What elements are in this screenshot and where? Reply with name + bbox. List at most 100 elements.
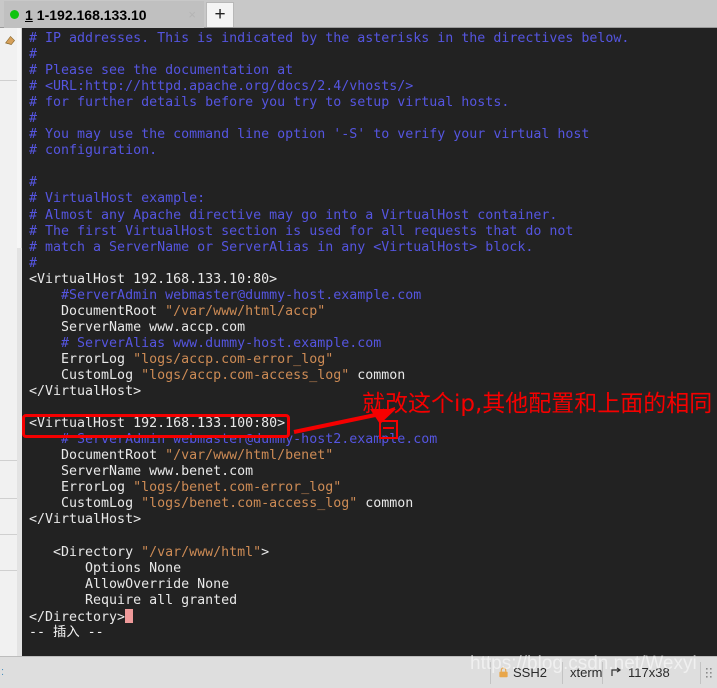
status-dimensions: 117x38	[628, 665, 670, 680]
terminal-text-segment: common	[349, 367, 406, 383]
terminal-text-segment: Require all granted	[29, 592, 238, 608]
status-terminal-type: xterm	[570, 665, 603, 680]
tab-index-label: 1	[25, 6, 33, 23]
terminal-text-segment: "logs/accp.com-access_log"	[141, 367, 350, 383]
terminal-text-segment: # Almost any Apache directive may go int…	[29, 207, 558, 223]
terminal-text-segment: # IP addresses. This is indicated by the…	[29, 31, 630, 46]
annotation-text: 就改这个ip,其他配置和上面的相同	[362, 391, 713, 417]
terminal-text-segment: DocumentRoot	[29, 303, 166, 319]
terminal-output-area[interactable]: # IP addresses. This is indicated by the…	[22, 28, 717, 656]
terminal-text: # IP addresses. This is indicated by the…	[29, 31, 629, 641]
annotation-highlight-box	[22, 414, 290, 438]
terminal-text-segment: </VirtualHost>	[29, 512, 142, 528]
terminal-line: DocumentRoot "/var/www/html/benet"	[29, 448, 629, 464]
text-cursor	[125, 608, 134, 623]
terminal-text-segment: "/var/www/html"	[141, 544, 262, 560]
terminal-line: </VirtualHost>	[29, 512, 629, 528]
terminal-line: # VirtualHost example:	[29, 191, 629, 207]
terminal-text-segment: ErrorLog	[29, 351, 134, 367]
status-divider	[602, 662, 603, 684]
terminal-line: #	[29, 256, 629, 272]
terminal-line: # match a ServerName or ServerAlias in a…	[29, 240, 629, 256]
terminal-line: #ServerAdmin webmaster@dummy-host.exampl…	[29, 288, 629, 304]
terminal-line: </Directory>	[29, 608, 629, 625]
terminal-text-segment: #ServerAdmin webmaster@dummy-host.exampl…	[29, 287, 422, 303]
new-tab-button[interactable]: +	[206, 2, 234, 27]
terminal-line: -- 插入 --	[29, 625, 629, 641]
terminal-text-segment: # <URL:http://httpd.apache.org/docs/2.4/…	[29, 79, 414, 95]
terminal-line: ErrorLog "logs/accp.com-error_log"	[29, 352, 629, 368]
left-gutter-panel	[0, 28, 22, 656]
terminal-line: #	[29, 175, 629, 191]
terminal-text-segment: >	[261, 544, 270, 560]
terminal-text-segment: #	[29, 175, 38, 191]
terminal-line: # configuration.	[29, 143, 629, 159]
status-bar: : SSH2 xterm 117x38	[0, 656, 717, 688]
terminal-text-segment: AllowOverride None	[29, 576, 230, 592]
connection-status-dot	[10, 10, 19, 19]
terminal-text-segment: Options None	[29, 560, 182, 576]
terminal-line: <VirtualHost 192.168.133.10:80>	[29, 272, 629, 288]
terminal-line: # <URL:http://httpd.apache.org/docs/2.4/…	[29, 79, 629, 95]
terminal-line: # ServerAlias www.dummy-host.example.com	[29, 336, 629, 352]
terminal-line: ServerName www.benet.com	[29, 464, 629, 480]
terminal-text-segment: # configuration.	[29, 143, 158, 159]
terminal-text-segment: #	[29, 255, 38, 271]
tab-bar: 1 1-192.168.133.10 × +	[0, 0, 717, 28]
terminal-text-segment: # for further details before you try to …	[29, 95, 510, 111]
close-icon[interactable]: ×	[188, 8, 196, 21]
terminal-text-segment: #	[29, 47, 38, 63]
status-divider	[490, 662, 491, 684]
terminal-text-segment: </VirtualHost>	[29, 384, 142, 400]
status-protocol: SSH2	[513, 665, 547, 680]
tab-title: 1-192.168.133.10	[36, 6, 147, 23]
resize-arrow-icon	[611, 667, 622, 676]
status-left-marker: :	[1, 666, 5, 678]
terminal-text-segment: "/var/www/html/benet"	[165, 448, 334, 464]
terminal-text-segment: "logs/benet.com-error_log"	[133, 480, 342, 496]
terminal-text-segment: # Please see the documentation at	[29, 63, 294, 79]
terminal-text-segment: CustomLog	[29, 496, 142, 512]
terminal-line: # The first VirtualHost section is used …	[29, 224, 629, 240]
terminal-text-segment: common	[357, 496, 414, 512]
terminal-line: #	[29, 111, 629, 127]
terminal-text-segment: <Directory	[29, 544, 142, 560]
terminal-line: # IP addresses. This is indicated by the…	[29, 31, 629, 47]
terminal-line: CustomLog "logs/accp.com-access_log" com…	[29, 368, 629, 384]
terminal-text-segment: -- 插入 --	[29, 624, 104, 640]
terminal-text-segment: # You may use the command line option '-…	[29, 127, 590, 143]
terminal-text-segment: "/var/www/html/accp"	[165, 303, 326, 319]
terminal-text-segment: # ServerAlias www.dummy-host.example.com	[29, 335, 382, 351]
terminal-text-segment: ErrorLog	[29, 480, 134, 496]
terminal-line: Require all granted	[29, 593, 629, 609]
terminal-line: ServerName www.accp.com	[29, 320, 629, 336]
terminal-text-segment: # VirtualHost example:	[29, 191, 206, 207]
terminal-line: <Directory "/var/www/html">	[29, 545, 629, 561]
terminal-text-segment: # The first VirtualHost section is used …	[29, 223, 574, 239]
status-divider	[700, 662, 701, 684]
resize-grip-icon[interactable]	[705, 667, 714, 680]
terminal-text-segment: CustomLog	[29, 367, 142, 383]
terminal-line: # You may use the command line option '-…	[29, 127, 629, 143]
terminal-text-segment: # match a ServerName or ServerAlias in a…	[29, 239, 534, 255]
terminal-text-segment: ServerName www.accp.com	[29, 319, 246, 335]
terminal-text-segment: </Directory>	[29, 609, 126, 625]
lock-icon	[499, 667, 508, 678]
session-manager-icon[interactable]	[4, 34, 17, 47]
terminal-line: CustomLog "logs/benet.com-access_log" co…	[29, 496, 629, 512]
terminal-text-segment: DocumentRoot	[29, 448, 166, 464]
terminal-line: # Almost any Apache directive may go int…	[29, 208, 629, 224]
annotation-square-icon	[379, 420, 398, 439]
terminal-text-segment: <VirtualHost 192.168.133.10:80>	[29, 271, 278, 287]
terminal-line: ErrorLog "logs/benet.com-error_log"	[29, 480, 629, 496]
status-divider	[562, 662, 563, 684]
terminal-tab[interactable]: 1 1-192.168.133.10 ×	[4, 1, 204, 28]
terminal-line: AllowOverride None	[29, 577, 629, 593]
terminal-line: Options None	[29, 561, 629, 577]
terminal-line: # Please see the documentation at	[29, 63, 629, 79]
terminal-line: DocumentRoot "/var/www/html/accp"	[29, 304, 629, 320]
terminal-text-segment: #	[29, 111, 38, 127]
terminal-text-segment: "logs/benet.com-access_log"	[141, 496, 358, 512]
